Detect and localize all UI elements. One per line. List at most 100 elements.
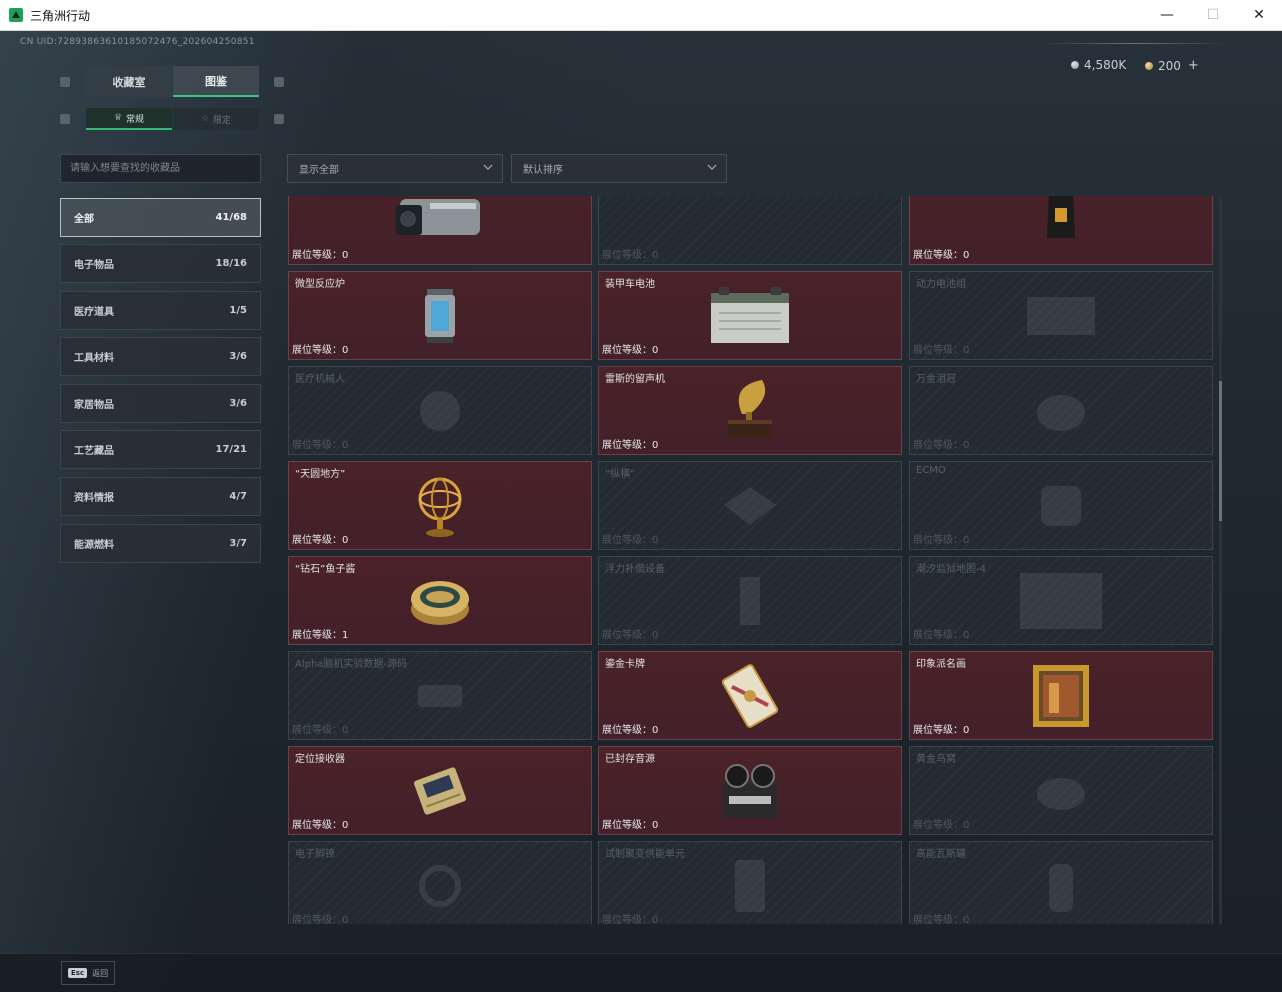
trophy-icon: ♕ [113, 113, 123, 123]
booth-level: 展位等级：0 [292, 820, 349, 831]
collectible-card[interactable]: “纵横” 展位等级：0 [598, 461, 902, 550]
collectible-card[interactable]: 鎏金卡牌 展位等级：0 [598, 651, 902, 740]
key-hint-q-icon [60, 77, 70, 87]
collectible-card[interactable]: 雷斯的留声机 展位等级：0 [598, 366, 902, 455]
silver-currency: 4,580K [1071, 58, 1126, 72]
booth-level: 展位等级：0 [292, 535, 349, 546]
tab-catalog[interactable]: 图鉴 [173, 66, 259, 97]
collectible-name: 黄金鸟窝 [916, 754, 956, 765]
collectible-name: 试制聚变供能单元 [605, 849, 685, 860]
collectible-card[interactable]: 印象派名画 展位等级：0 [909, 651, 1213, 740]
car-battery-icon [711, 286, 789, 343]
collectible-card[interactable]: 已封存音源 展位等级：0 [598, 746, 902, 835]
booth-level: 展位等级：0 [292, 440, 349, 451]
booth-level: 展位等级：0 [913, 630, 970, 641]
subtab-normal-label: 常规 [126, 114, 145, 125]
collectible-name: 电子脚镣 [295, 849, 335, 860]
collectible-card[interactable]: “钻石”鱼子酱 展位等级：1 [288, 556, 592, 645]
collectible-card[interactable]: ECMO 展位等级：0 [909, 461, 1213, 550]
sort-dropdown-value: 默认排序 [523, 165, 563, 176]
grid-scrollbar[interactable] [1219, 196, 1222, 924]
collectible-card[interactable]: “天圆地方” 展位等级：0 [288, 461, 592, 550]
medical-robot-icon [420, 390, 460, 431]
collectible-card[interactable]: 高能瓦斯罐 展位等级：0 [909, 841, 1213, 924]
collectible-name: “钻石”鱼子酱 [295, 564, 356, 575]
bottom-bar [0, 953, 1282, 992]
category-label: 医疗道具 [74, 307, 114, 318]
category-household[interactable]: 家居物品 3/6 [60, 384, 261, 423]
user-uid: CN UID:7289386361018507247​6_20260425085… [20, 37, 255, 47]
booth-level: 展位等级：0 [602, 250, 659, 261]
collectible-name: 高能瓦斯罐 [916, 849, 966, 860]
collectible-grid: 展位等级：0 展位等级：0 展位等级：0 微型反应炉 展位等级：0 装甲车电池 [287, 196, 1213, 924]
minimize-button[interactable]: — [1144, 0, 1190, 30]
booth-level: 展位等级：0 [913, 345, 970, 356]
collectible-card[interactable]: 装甲车电池 展位等级：0 [598, 271, 902, 360]
collectible-card[interactable]: 动力电池组 展位等级：0 [909, 271, 1213, 360]
subtab-limited-label: 限定 [213, 115, 232, 126]
add-currency-button[interactable]: + [1188, 58, 1199, 73]
esc-key-label: Esc [68, 968, 88, 978]
tab-collection[interactable]: 收藏室 [86, 66, 172, 97]
window-title: 三角洲行动 [30, 8, 91, 23]
collectible-card[interactable]: 浮力补偿设备 展位等级：0 [598, 556, 902, 645]
collectible-card[interactable]: Alpha脑机实验数据-源码 展位等级：0 [288, 651, 592, 740]
window-controls: — ☐ ✕ [1144, 0, 1282, 30]
collectible-card[interactable]: 万金泪冠 展位等级：0 [909, 366, 1213, 455]
category-crafts[interactable]: 工艺藏品 17/21 [60, 430, 261, 469]
chevron-down-icon [483, 164, 493, 170]
category-count: 1/5 [229, 305, 247, 316]
gas-canister-icon [1049, 863, 1073, 912]
category-electronics[interactable]: 电子物品 18/16 [60, 244, 261, 283]
back-button[interactable]: Esc 返回 [61, 961, 115, 985]
collectible-card[interactable]: 潮汐监狱地图-4 展位等级：0 [909, 556, 1213, 645]
ecmo-machine-icon [1041, 485, 1081, 526]
category-medical[interactable]: 医疗道具 1/5 [60, 291, 261, 330]
category-tools[interactable]: 工具材料 3/6 [60, 337, 261, 376]
collectible-card[interactable]: 医疗机械人 展位等级：0 [288, 366, 592, 455]
category-label: 资料情报 [74, 493, 114, 504]
booth-level: 展位等级：0 [913, 915, 970, 924]
maximize-button[interactable]: ☐ [1190, 0, 1236, 30]
collectible-name: 印象派名画 [916, 659, 966, 670]
close-button[interactable]: ✕ [1236, 0, 1282, 30]
filter-dropdown[interactable]: 显示全部 [287, 154, 503, 183]
key-hint-d-icon [274, 114, 284, 124]
booth-level: 展位等级：0 [602, 725, 659, 736]
collectible-card[interactable]: 试制聚变供能单元 展位等级：0 [598, 841, 902, 924]
search-input[interactable] [60, 154, 261, 183]
app-logo-icon [9, 8, 23, 22]
fusion-unit-icon [735, 859, 765, 912]
ankle-monitor-icon [419, 864, 461, 907]
category-all[interactable]: 全部 41/68 [60, 198, 261, 237]
collectible-card[interactable]: 展位等级：0 [288, 196, 592, 265]
category-intel[interactable]: 资料情报 4/7 [60, 477, 261, 516]
collectible-card[interactable]: 电子脚镣 展位等级：0 [288, 841, 592, 924]
collectible-card[interactable]: 展位等级：0 [598, 196, 902, 265]
category-count: 4/7 [229, 491, 247, 502]
subtab-normal[interactable]: ♕ 常规 [86, 108, 172, 130]
collectible-card[interactable]: 定位接收器 展位等级：0 [288, 746, 592, 835]
silver-coin-icon [1071, 61, 1079, 69]
category-label: 工艺藏品 [74, 446, 114, 457]
collectible-card[interactable]: 展位等级：0 [909, 196, 1213, 265]
category-label: 全部 [74, 214, 94, 225]
booth-level: 展位等级：0 [602, 440, 659, 451]
booth-level: 展位等级：1 [292, 630, 349, 641]
booth-level: 展位等级：0 [292, 725, 349, 736]
booth-level: 展位等级：0 [913, 250, 970, 261]
subtab-limited[interactable]: ☆ 限定 [173, 108, 259, 130]
booth-level: 展位等级：0 [602, 630, 659, 641]
sort-dropdown[interactable]: 默认排序 [511, 154, 727, 183]
positioning-receiver-icon [414, 766, 466, 815]
scrollbar-thumb[interactable] [1219, 381, 1222, 521]
collectible-name: “纵横” [605, 469, 636, 480]
category-count: 3/6 [229, 398, 247, 409]
booth-level: 展位等级：0 [602, 915, 659, 924]
painting-icon [1033, 664, 1089, 727]
category-count: 17/21 [215, 444, 247, 455]
collectible-card[interactable]: 黄金鸟窝 展位等级：0 [909, 746, 1213, 835]
collectible-card[interactable]: 微型反应炉 展位等级：0 [288, 271, 592, 360]
crown-icon [1037, 394, 1085, 431]
category-fuel[interactable]: 能源燃料 3/7 [60, 524, 261, 563]
